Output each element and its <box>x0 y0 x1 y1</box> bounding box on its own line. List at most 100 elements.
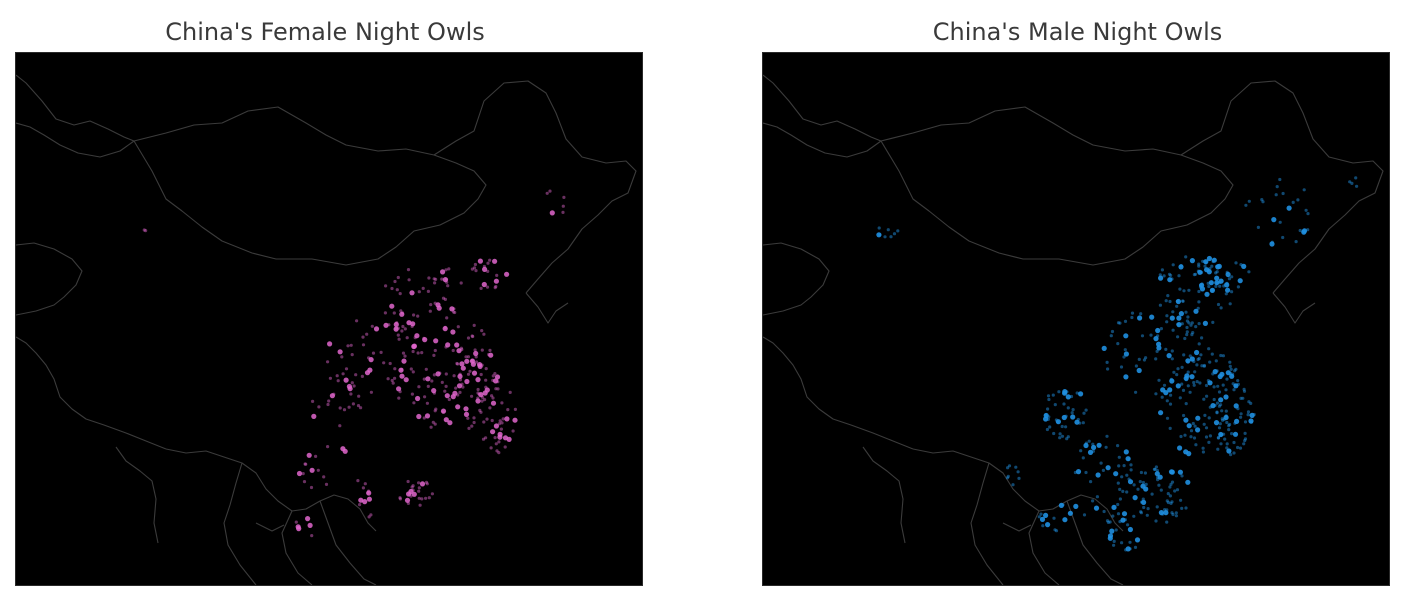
location-dot <box>1204 261 1208 265</box>
country-border-line <box>115 446 159 544</box>
location-dot <box>1070 414 1076 420</box>
location-dot <box>1236 379 1240 383</box>
location-dot <box>1215 369 1219 373</box>
location-dot <box>1114 528 1118 532</box>
location-dot <box>1154 519 1158 523</box>
location-dot <box>1207 416 1211 420</box>
location-dot <box>317 405 321 409</box>
location-dot <box>1046 407 1050 411</box>
location-dot <box>1215 270 1219 274</box>
location-dot <box>411 343 417 350</box>
location-dot <box>1239 412 1243 416</box>
location-dot <box>499 427 503 431</box>
location-dot <box>1225 281 1229 285</box>
location-dot <box>341 372 345 376</box>
location-dot <box>1194 443 1198 447</box>
location-dot <box>427 496 431 500</box>
location-dot <box>1166 294 1170 298</box>
location-dot <box>1126 523 1130 527</box>
location-dot <box>1149 333 1153 337</box>
location-dot <box>1207 284 1211 289</box>
location-dot <box>1160 387 1166 393</box>
location-dot <box>1274 193 1278 197</box>
country-border-line <box>763 122 882 158</box>
location-dot <box>1217 404 1221 408</box>
location-dot <box>1087 449 1094 455</box>
location-dot <box>440 380 444 384</box>
country-border-line <box>763 336 914 450</box>
location-dot <box>1175 373 1179 377</box>
location-dot <box>1204 435 1209 439</box>
location-dot <box>409 367 413 371</box>
location-dot <box>417 489 421 493</box>
location-dot <box>1125 473 1129 477</box>
location-dot <box>1184 310 1188 314</box>
location-dot <box>1102 509 1106 514</box>
location-dot <box>400 329 404 333</box>
location-dot <box>562 195 566 199</box>
location-dot <box>466 336 471 340</box>
location-dot <box>393 376 397 380</box>
location-dot <box>491 378 495 382</box>
location-dot <box>1238 446 1243 450</box>
location-dot <box>1211 320 1215 324</box>
location-dot <box>1158 273 1162 277</box>
location-dot <box>464 358 470 364</box>
location-dot <box>1047 397 1051 402</box>
location-dot <box>1207 268 1211 272</box>
location-dot <box>1181 388 1186 392</box>
location-dot <box>337 349 343 355</box>
location-dot <box>1168 426 1172 430</box>
country-border-line <box>763 74 882 142</box>
location-dot <box>304 462 308 466</box>
location-dot <box>1202 320 1208 326</box>
location-dot <box>1075 469 1082 475</box>
location-dot <box>1176 367 1180 371</box>
location-dot <box>1079 449 1083 453</box>
location-dot <box>1247 400 1251 404</box>
location-dot <box>387 323 391 327</box>
location-dot <box>485 417 489 421</box>
location-dot <box>1211 259 1215 264</box>
location-dot <box>388 361 392 366</box>
location-dot <box>493 372 497 376</box>
location-dot <box>344 367 349 371</box>
location-dot <box>1075 391 1079 395</box>
location-dot <box>406 479 410 484</box>
location-dot <box>443 389 447 393</box>
location-dot <box>445 280 449 284</box>
location-dot <box>1165 416 1170 420</box>
location-dot <box>1128 547 1132 551</box>
location-dot <box>1218 422 1222 426</box>
location-dot <box>1178 396 1182 400</box>
location-dot <box>1217 390 1222 394</box>
location-dot <box>360 374 364 378</box>
location-dot <box>1228 422 1232 427</box>
location-dot <box>1165 499 1169 503</box>
location-dot <box>435 371 441 377</box>
location-dot <box>429 425 433 429</box>
location-dot <box>1230 290 1234 294</box>
male-country-borders <box>763 74 1384 585</box>
location-dot <box>1194 325 1198 329</box>
location-dot <box>1179 434 1183 439</box>
location-dot <box>1219 371 1225 377</box>
location-dot <box>467 426 471 430</box>
location-dot <box>1170 349 1174 353</box>
location-dot <box>472 323 476 327</box>
location-dot <box>1082 411 1086 415</box>
location-dot <box>1222 417 1226 421</box>
location-dot <box>1134 537 1141 543</box>
location-dot <box>329 393 335 399</box>
location-dot <box>470 334 474 338</box>
location-dot <box>1045 427 1049 432</box>
location-dot <box>309 485 314 490</box>
location-dot <box>396 333 400 337</box>
location-dot <box>1215 264 1219 268</box>
location-dot <box>1189 435 1193 439</box>
location-dot <box>1188 354 1192 358</box>
location-dot <box>1204 383 1209 388</box>
location-dot <box>412 313 416 317</box>
location-dot <box>457 373 463 379</box>
location-dot <box>410 321 416 327</box>
